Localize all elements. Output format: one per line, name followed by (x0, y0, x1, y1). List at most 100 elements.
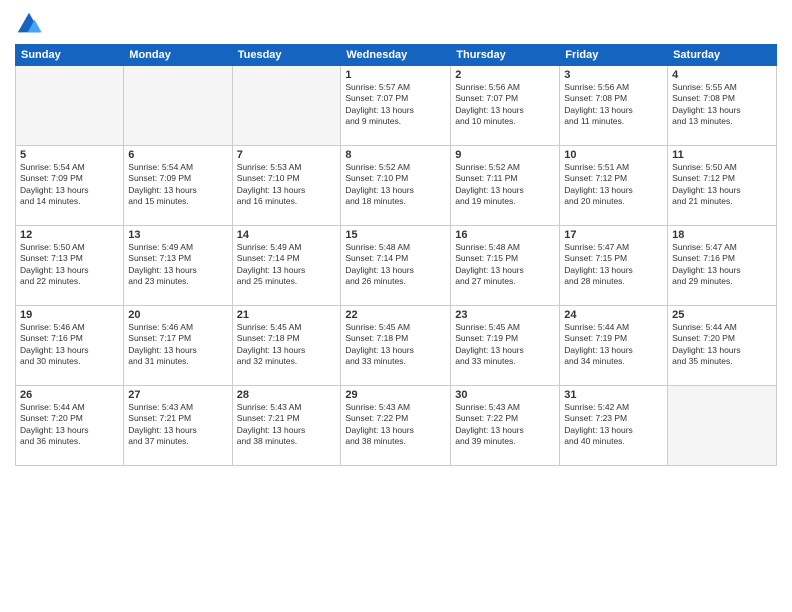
calendar-cell: 6Sunrise: 5:54 AM Sunset: 7:09 PM Daylig… (124, 146, 232, 226)
day-info: Sunrise: 5:45 AM Sunset: 7:18 PM Dayligh… (237, 322, 337, 368)
day-info: Sunrise: 5:45 AM Sunset: 7:18 PM Dayligh… (345, 322, 446, 368)
day-info: Sunrise: 5:47 AM Sunset: 7:15 PM Dayligh… (564, 242, 663, 288)
week-row-0: 1Sunrise: 5:57 AM Sunset: 7:07 PM Daylig… (16, 66, 777, 146)
day-info: Sunrise: 5:50 AM Sunset: 7:13 PM Dayligh… (20, 242, 119, 288)
day-number: 14 (237, 229, 337, 241)
calendar-cell: 18Sunrise: 5:47 AM Sunset: 7:16 PM Dayli… (668, 226, 777, 306)
day-number: 23 (455, 309, 555, 321)
day-info: Sunrise: 5:57 AM Sunset: 7:07 PM Dayligh… (345, 82, 446, 128)
calendar-cell (124, 66, 232, 146)
header-cell-friday: Friday (560, 45, 668, 66)
day-number: 7 (237, 149, 337, 161)
calendar-cell (232, 66, 341, 146)
header-cell-thursday: Thursday (451, 45, 560, 66)
calendar-cell: 9Sunrise: 5:52 AM Sunset: 7:11 PM Daylig… (451, 146, 560, 226)
day-number: 18 (672, 229, 772, 241)
day-number: 13 (128, 229, 227, 241)
day-info: Sunrise: 5:46 AM Sunset: 7:17 PM Dayligh… (128, 322, 227, 368)
day-number: 20 (128, 309, 227, 321)
day-info: Sunrise: 5:54 AM Sunset: 7:09 PM Dayligh… (20, 162, 119, 208)
day-number: 6 (128, 149, 227, 161)
day-number: 2 (455, 69, 555, 81)
day-info: Sunrise: 5:42 AM Sunset: 7:23 PM Dayligh… (564, 402, 663, 448)
day-info: Sunrise: 5:43 AM Sunset: 7:21 PM Dayligh… (237, 402, 337, 448)
day-info: Sunrise: 5:48 AM Sunset: 7:15 PM Dayligh… (455, 242, 555, 288)
calendar-cell: 21Sunrise: 5:45 AM Sunset: 7:18 PM Dayli… (232, 306, 341, 386)
day-number: 11 (672, 149, 772, 161)
header (15, 10, 777, 38)
day-number: 27 (128, 389, 227, 401)
calendar-cell: 27Sunrise: 5:43 AM Sunset: 7:21 PM Dayli… (124, 386, 232, 466)
logo-icon (15, 10, 43, 38)
calendar-cell: 12Sunrise: 5:50 AM Sunset: 7:13 PM Dayli… (16, 226, 124, 306)
week-row-4: 26Sunrise: 5:44 AM Sunset: 7:20 PM Dayli… (16, 386, 777, 466)
day-number: 16 (455, 229, 555, 241)
header-cell-sunday: Sunday (16, 45, 124, 66)
day-info: Sunrise: 5:43 AM Sunset: 7:22 PM Dayligh… (455, 402, 555, 448)
calendar-cell: 28Sunrise: 5:43 AM Sunset: 7:21 PM Dayli… (232, 386, 341, 466)
calendar-cell: 2Sunrise: 5:56 AM Sunset: 7:07 PM Daylig… (451, 66, 560, 146)
day-info: Sunrise: 5:52 AM Sunset: 7:10 PM Dayligh… (345, 162, 446, 208)
day-info: Sunrise: 5:46 AM Sunset: 7:16 PM Dayligh… (20, 322, 119, 368)
calendar: SundayMondayTuesdayWednesdayThursdayFrid… (15, 44, 777, 466)
day-number: 9 (455, 149, 555, 161)
calendar-cell: 4Sunrise: 5:55 AM Sunset: 7:08 PM Daylig… (668, 66, 777, 146)
day-info: Sunrise: 5:43 AM Sunset: 7:21 PM Dayligh… (128, 402, 227, 448)
calendar-cell: 29Sunrise: 5:43 AM Sunset: 7:22 PM Dayli… (341, 386, 451, 466)
day-number: 25 (672, 309, 772, 321)
header-cell-monday: Monday (124, 45, 232, 66)
day-number: 4 (672, 69, 772, 81)
header-cell-saturday: Saturday (668, 45, 777, 66)
calendar-cell: 22Sunrise: 5:45 AM Sunset: 7:18 PM Dayli… (341, 306, 451, 386)
calendar-cell: 3Sunrise: 5:56 AM Sunset: 7:08 PM Daylig… (560, 66, 668, 146)
calendar-header: SundayMondayTuesdayWednesdayThursdayFrid… (16, 45, 777, 66)
day-number: 28 (237, 389, 337, 401)
calendar-cell: 26Sunrise: 5:44 AM Sunset: 7:20 PM Dayli… (16, 386, 124, 466)
day-info: Sunrise: 5:43 AM Sunset: 7:22 PM Dayligh… (345, 402, 446, 448)
day-info: Sunrise: 5:44 AM Sunset: 7:19 PM Dayligh… (564, 322, 663, 368)
day-number: 12 (20, 229, 119, 241)
calendar-cell: 19Sunrise: 5:46 AM Sunset: 7:16 PM Dayli… (16, 306, 124, 386)
day-number: 31 (564, 389, 663, 401)
day-info: Sunrise: 5:47 AM Sunset: 7:16 PM Dayligh… (672, 242, 772, 288)
day-info: Sunrise: 5:56 AM Sunset: 7:07 PM Dayligh… (455, 82, 555, 128)
day-number: 17 (564, 229, 663, 241)
day-number: 10 (564, 149, 663, 161)
header-cell-tuesday: Tuesday (232, 45, 341, 66)
calendar-cell: 14Sunrise: 5:49 AM Sunset: 7:14 PM Dayli… (232, 226, 341, 306)
day-number: 8 (345, 149, 446, 161)
calendar-cell: 15Sunrise: 5:48 AM Sunset: 7:14 PM Dayli… (341, 226, 451, 306)
day-number: 29 (345, 389, 446, 401)
day-number: 24 (564, 309, 663, 321)
calendar-cell (668, 386, 777, 466)
calendar-cell: 7Sunrise: 5:53 AM Sunset: 7:10 PM Daylig… (232, 146, 341, 226)
day-info: Sunrise: 5:56 AM Sunset: 7:08 PM Dayligh… (564, 82, 663, 128)
day-number: 5 (20, 149, 119, 161)
day-info: Sunrise: 5:49 AM Sunset: 7:13 PM Dayligh… (128, 242, 227, 288)
day-number: 19 (20, 309, 119, 321)
day-number: 15 (345, 229, 446, 241)
day-number: 22 (345, 309, 446, 321)
calendar-cell: 24Sunrise: 5:44 AM Sunset: 7:19 PM Dayli… (560, 306, 668, 386)
page: SundayMondayTuesdayWednesdayThursdayFrid… (0, 0, 792, 612)
calendar-cell: 11Sunrise: 5:50 AM Sunset: 7:12 PM Dayli… (668, 146, 777, 226)
day-number: 1 (345, 69, 446, 81)
day-number: 21 (237, 309, 337, 321)
week-row-2: 12Sunrise: 5:50 AM Sunset: 7:13 PM Dayli… (16, 226, 777, 306)
calendar-cell: 13Sunrise: 5:49 AM Sunset: 7:13 PM Dayli… (124, 226, 232, 306)
calendar-cell: 5Sunrise: 5:54 AM Sunset: 7:09 PM Daylig… (16, 146, 124, 226)
day-info: Sunrise: 5:51 AM Sunset: 7:12 PM Dayligh… (564, 162, 663, 208)
week-row-3: 19Sunrise: 5:46 AM Sunset: 7:16 PM Dayli… (16, 306, 777, 386)
calendar-cell: 1Sunrise: 5:57 AM Sunset: 7:07 PM Daylig… (341, 66, 451, 146)
day-info: Sunrise: 5:53 AM Sunset: 7:10 PM Dayligh… (237, 162, 337, 208)
day-info: Sunrise: 5:49 AM Sunset: 7:14 PM Dayligh… (237, 242, 337, 288)
week-row-1: 5Sunrise: 5:54 AM Sunset: 7:09 PM Daylig… (16, 146, 777, 226)
calendar-body: 1Sunrise: 5:57 AM Sunset: 7:07 PM Daylig… (16, 66, 777, 466)
day-info: Sunrise: 5:45 AM Sunset: 7:19 PM Dayligh… (455, 322, 555, 368)
calendar-cell: 16Sunrise: 5:48 AM Sunset: 7:15 PM Dayli… (451, 226, 560, 306)
calendar-cell: 8Sunrise: 5:52 AM Sunset: 7:10 PM Daylig… (341, 146, 451, 226)
logo (15, 10, 47, 38)
day-number: 3 (564, 69, 663, 81)
calendar-cell: 25Sunrise: 5:44 AM Sunset: 7:20 PM Dayli… (668, 306, 777, 386)
header-cell-wednesday: Wednesday (341, 45, 451, 66)
